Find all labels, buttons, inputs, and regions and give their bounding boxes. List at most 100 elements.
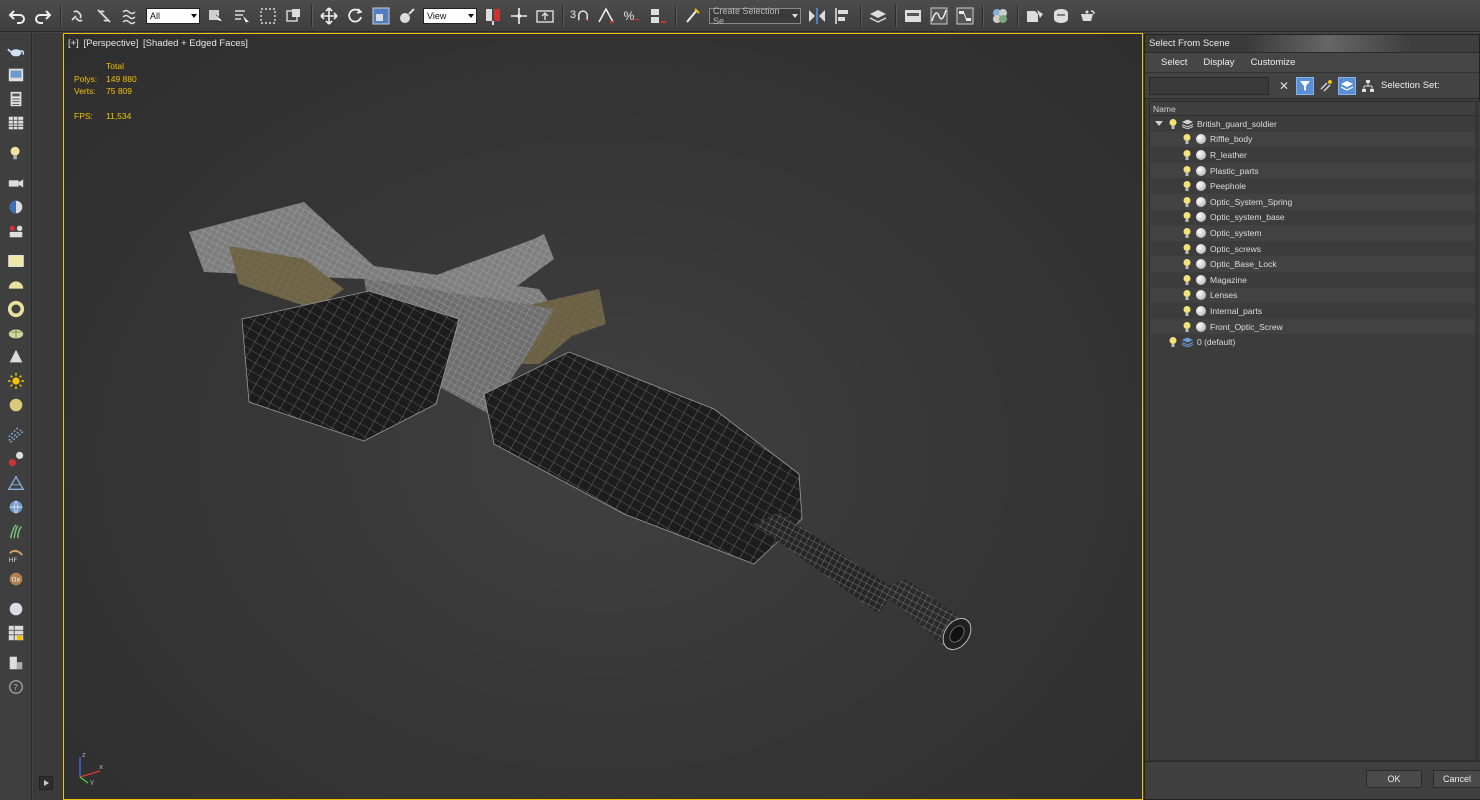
toggle-ribbon-icon[interactable] [901,4,925,28]
rectangular-selection-icon[interactable] [256,4,280,28]
hide-toggle-bulb-icon[interactable] [1182,243,1192,255]
sort-by-layer-icon[interactable] [1338,76,1356,95]
name-column-header[interactable]: Name [1150,102,1480,116]
cancel-button[interactable]: Cancel [1433,770,1480,788]
menu-display[interactable]: Display [1203,57,1234,68]
grid-list-icon[interactable] [5,622,27,644]
curve-editor-icon[interactable] [927,4,951,28]
tree-layer-row[interactable]: British_guard_soldier [1150,116,1480,132]
schematic-view-icon[interactable] [953,4,977,28]
shaded-sphere-icon[interactable] [5,598,27,620]
tree-layer-row[interactable]: 0 (default) [1150,334,1480,350]
mirror-icon[interactable] [805,4,829,28]
unlink-icon[interactable] [92,4,116,28]
reactor-icon[interactable] [5,472,27,494]
dialog-title-bar[interactable]: Select From Scene [1145,35,1479,53]
tree-object-row[interactable]: Riffle_body [1150,131,1480,148]
sun-icon[interactable] [5,370,27,392]
sort-by-hierarchy-icon[interactable] [1359,77,1377,95]
tree-object-row[interactable]: Optic_screws [1150,241,1480,257]
teapot-icon[interactable] [5,40,27,62]
tree-object-row[interactable]: Plastic_parts [1150,162,1480,179]
hide-toggle-bulb-icon[interactable] [1168,336,1178,348]
render-frame-icon[interactable] [5,64,27,86]
hair-styling-icon[interactable]: HF [5,544,27,566]
filter-toggle-icon[interactable] [1296,76,1314,95]
snaps-toggle-icon[interactable]: 3 [568,4,592,28]
tree-object-row[interactable]: Optic_system [1150,225,1480,241]
light-bulb-icon[interactable] [5,142,27,164]
perspective-viewport[interactable]: [+] [Perspective] [Shaded + Edged Faces] [63,33,1143,800]
list-scrollbar[interactable] [1475,101,1479,761]
align-icon[interactable] [831,4,855,28]
keyboard-shortcut-override-icon[interactable] [533,4,557,28]
clear-search-icon[interactable]: ✕ [1275,77,1293,95]
ok-button[interactable]: OK [1366,770,1422,788]
hide-toggle-bulb-icon[interactable] [1182,211,1192,223]
tree-object-row[interactable]: R_leather [1150,147,1480,163]
tree-object-row[interactable]: Peephole [1150,178,1480,194]
select-manipulate-icon[interactable] [395,4,419,28]
dynamics-icon[interactable] [5,448,27,470]
tree-object-row[interactable]: Optic_System_Spring [1150,193,1480,210]
scale-icon[interactable] [369,4,393,28]
display-children-icon[interactable] [1317,77,1335,95]
plane-icon[interactable] [5,250,27,272]
move-icon[interactable] [317,4,341,28]
tree-object-row[interactable]: Magazine [1150,272,1480,288]
hide-toggle-bulb-icon[interactable] [1182,274,1192,286]
spreadsheet-icon[interactable] [5,112,27,134]
hide-toggle-bulb-icon[interactable] [1182,149,1192,161]
select-object-icon[interactable] [204,4,228,28]
utilities-icon[interactable] [5,652,27,674]
menu-customize[interactable]: Customize [1251,57,1296,68]
select-by-name-icon[interactable] [230,4,254,28]
geosphere-icon[interactable] [5,322,27,344]
tree-object-row[interactable]: Internal_parts [1150,303,1480,319]
named-selection-sets-dropdown[interactable]: Create Selection Se [709,6,801,26]
cone-icon[interactable] [5,346,27,368]
selection-filter-dropdown[interactable]: All [146,7,200,24]
cloth-icon[interactable]: Ox [5,568,27,590]
hide-toggle-bulb-icon[interactable] [1182,227,1192,239]
particles-icon[interactable] [5,424,27,446]
hair-fur-icon[interactable] [5,520,27,542]
use-pivot-center-icon[interactable] [481,4,505,28]
torus-icon[interactable] [5,298,27,320]
rendered-frame-window-icon[interactable] [1049,4,1073,28]
hide-toggle-bulb-icon[interactable] [1168,118,1178,130]
layer-manager-icon[interactable] [866,4,890,28]
rotate-icon[interactable] [343,4,367,28]
bind-space-warp-icon[interactable] [118,4,142,28]
camera-icon[interactable] [5,172,27,194]
video-post-icon[interactable] [5,220,27,242]
sphere-icon[interactable] [5,394,27,416]
percent-snap-icon[interactable]: % [620,4,644,28]
edit-named-selection-icon[interactable] [681,4,705,28]
tree-object-row[interactable]: Optic_system_base [1150,210,1480,226]
reference-coordinate-dropdown[interactable]: View [423,7,477,24]
undo-icon[interactable] [5,4,29,28]
help-icon[interactable]: ? [5,676,27,698]
calculator-icon[interactable] [5,88,27,110]
hide-toggle-bulb-icon[interactable] [1182,258,1192,270]
motion-capture-icon[interactable] [5,196,27,218]
tree-object-row[interactable]: Front_Optic_Screw [1150,318,1480,335]
window-crossing-icon[interactable] [282,4,306,28]
hide-toggle-bulb-icon[interactable] [1182,321,1192,333]
link-icon[interactable] [66,4,90,28]
render-setup-icon[interactable] [1023,4,1047,28]
expand-panel-arrow-icon[interactable] [39,776,53,790]
hide-toggle-bulb-icon[interactable] [1182,196,1192,208]
hide-toggle-bulb-icon[interactable] [1182,289,1192,301]
angle-snap-icon[interactable] [594,4,618,28]
hide-toggle-bulb-icon[interactable] [1182,180,1192,192]
spinner-snap-icon[interactable] [646,4,670,28]
hide-toggle-bulb-icon[interactable] [1182,133,1192,145]
tree-object-row[interactable]: Optic_Base_Lock [1150,256,1480,272]
find-input[interactable] [1149,76,1269,95]
render-production-icon[interactable] [1075,4,1099,28]
hide-toggle-bulb-icon[interactable] [1182,305,1192,317]
redo-icon[interactable] [31,4,55,28]
hide-toggle-bulb-icon[interactable] [1182,165,1192,177]
